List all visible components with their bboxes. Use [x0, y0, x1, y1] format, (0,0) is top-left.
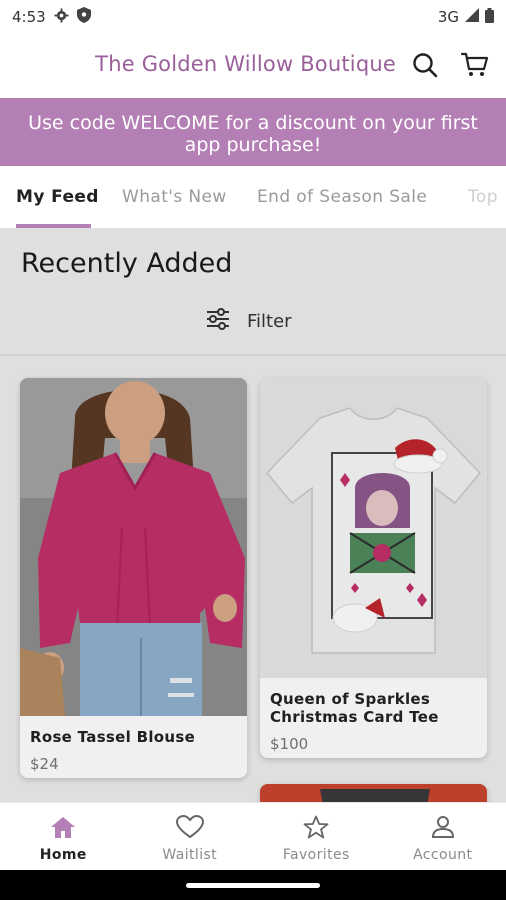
battery-icon: [485, 7, 494, 27]
product-image: [260, 784, 487, 802]
home-icon: [50, 815, 76, 843]
status-time: 4:53: [12, 8, 46, 26]
nav-label: Waitlist: [162, 847, 218, 863]
shield-icon: [76, 7, 91, 27]
nav-account[interactable]: Account: [380, 803, 506, 870]
product-card[interactable]: [260, 784, 487, 802]
nav-label: Account: [413, 847, 473, 863]
tab-label: What's New: [122, 187, 227, 207]
nav-label: Favorites: [282, 847, 350, 863]
nav-label: Home: [39, 847, 87, 863]
status-bar: 4:53 3G: [0, 0, 506, 34]
product-card[interactable]: Queen of Sparkles Christmas Card Tee $10…: [260, 378, 487, 758]
product-name: Rose Tassel Blouse: [30, 728, 196, 746]
nav-favorites[interactable]: Favorites: [253, 803, 380, 870]
nav-home[interactable]: Home: [0, 803, 127, 870]
gear-icon: [54, 7, 69, 27]
signal-icon: [465, 8, 479, 26]
system-navigation-bar: [0, 870, 506, 900]
nav-waitlist[interactable]: Waitlist: [127, 803, 254, 870]
product-card[interactable]: Rose Tassel Blouse $24: [20, 378, 247, 778]
cart-icon[interactable]: [460, 50, 490, 80]
bottom-nav: Home Waitlist Favorites Account: [0, 802, 506, 870]
star-icon: [303, 815, 329, 843]
app-header: The Golden Willow Boutique: [0, 34, 506, 98]
store-title: The Golden Willow Boutique: [95, 52, 396, 76]
feed-content: Recently Added Filter Rose Tassel Blouse…: [0, 228, 506, 802]
filter-button[interactable]: Filter: [205, 308, 292, 335]
product-image: [20, 378, 247, 716]
network-type: 3G: [437, 8, 459, 26]
divider: [0, 354, 506, 356]
promo-text: Use code WELCOME for a discount on your …: [28, 112, 478, 156]
product-image: [260, 378, 487, 678]
tab-label: Top: [468, 187, 498, 207]
search-icon[interactable]: [410, 50, 440, 80]
category-tabs: My Feed What's New End of Season Sale To…: [0, 166, 506, 228]
tab-label: End of Season Sale: [257, 187, 428, 207]
tab-label: My Feed: [16, 187, 99, 207]
filter-label: Filter: [247, 311, 292, 332]
product-price: $100: [270, 735, 309, 753]
tab-top[interactable]: Top: [468, 166, 498, 228]
heart-icon: [175, 814, 204, 843]
person-icon: [431, 815, 455, 843]
promo-banner[interactable]: Use code WELCOME for a discount on your …: [0, 98, 506, 166]
tab-whats-new[interactable]: What's New: [122, 166, 227, 228]
filter-icon: [205, 308, 231, 335]
product-price: $24: [30, 755, 59, 773]
tab-end-of-season-sale[interactable]: End of Season Sale: [257, 166, 427, 228]
section-title: Recently Added: [21, 248, 233, 279]
tab-my-feed[interactable]: My Feed: [16, 166, 99, 228]
home-gesture-handle[interactable]: [186, 883, 320, 888]
product-name: Queen of Sparkles Christmas Card Tee: [270, 690, 439, 726]
